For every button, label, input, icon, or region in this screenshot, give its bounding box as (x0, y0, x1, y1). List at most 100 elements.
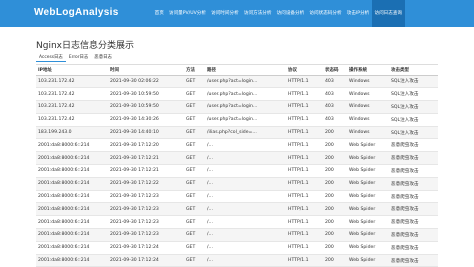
cell-time: 2021-09-30 17:12:22 (108, 177, 184, 191)
table-row[interactable]: 2001:da8:8000:6::214 2021-09-30 17:12:21 G… (36, 164, 438, 178)
column-header-path: 路径 (205, 65, 286, 76)
table-row[interactable]: 2001:da8:8000:6::214 2021-09-30 17:12:22 G… (36, 177, 438, 191)
cell-protocol: HTTP/1.1 (286, 87, 323, 102)
nav-item-0[interactable]: 首页 (152, 0, 166, 27)
cell-status: 200 (323, 215, 347, 230)
log-table: IP地址 时间 方法 路径 协议 状态码 操作系统 攻击类型 103.231.172.42 20… (36, 65, 438, 267)
cell-ip: 2001:da8:8000:6::214 (36, 190, 108, 204)
cell-attack-type: SQL注入攻击 (389, 126, 438, 140)
brand-logo[interactable]: WebLogAnalysis (34, 7, 119, 18)
nav-item-3[interactable]: 访问方法分析 (241, 0, 274, 27)
cell-ip: 2001:da8:8000:6::214 (36, 151, 108, 166)
cell-attack-type: 恶意爬虫攻击 (389, 241, 438, 255)
cell-method: GET (184, 138, 205, 153)
nav-item-4[interactable]: 访问设备分析 (274, 0, 307, 27)
nav-item-2[interactable]: 访问时间分析 (209, 0, 242, 27)
cell-path: /... (205, 254, 286, 267)
main-nav: 首页 访问量PV/UV分析 访问时间分析 访问方法分析 访问设备分析 访问状态码分析 攻击I… (152, 0, 405, 27)
cell-protocol: HTTP/1.1 (286, 126, 323, 140)
cell-method: GET (184, 254, 205, 267)
cell-protocol: HTTP/1.1 (286, 151, 323, 166)
cell-time: 2021-09-30 17:12:23 (108, 215, 184, 230)
table-row[interactable]: 2001:da8:8000:6::214 2021-09-30 17:12:23 G… (36, 190, 438, 204)
cell-status: 200 (323, 138, 347, 153)
cell-path: /ilias.php?col_side=... (205, 126, 286, 140)
tab-log-type-0[interactable]: Access日志 (36, 54, 66, 62)
table-row[interactable]: 2001:da8:8000:6::214 2021-09-30 17:12:20 G… (36, 138, 438, 153)
cell-path: /... (205, 151, 286, 166)
cell-status: 200 (323, 164, 347, 178)
table-row[interactable]: 103.231.172.42 2021-09-30 02:06:22 GET/use… (36, 75, 438, 89)
column-header-status: 状态码 (323, 65, 347, 76)
cell-method: GET (184, 87, 205, 102)
cell-path: /... (205, 164, 286, 178)
cell-path: /user.php?act=login... (205, 113, 286, 127)
top-navbar: WebLogAnalysis 首页 访问量PV/UV分析 访问时间分析 访问方法分析访… (0, 0, 474, 27)
table-header-row: IP地址 时间 方法 路径 协议 状态码 操作系统 攻击类型 (36, 65, 438, 76)
cell-method: GET (184, 215, 205, 230)
cell-os: Web Spider (347, 241, 389, 255)
cell-protocol: HTTP/1.1 (286, 228, 323, 242)
cell-attack-type: SQL注入攻击 (389, 100, 438, 114)
cell-os: Windows (347, 87, 389, 102)
nav-item-6[interactable]: 攻击IP分析 (344, 0, 372, 27)
tab-log-type-1[interactable]: Error日志 (66, 54, 91, 62)
cell-ip: 2001:da8:8000:6::214 (36, 138, 108, 153)
cell-method: GET (184, 228, 205, 242)
cell-os: Web Spider (347, 164, 389, 178)
cell-method: GET (184, 202, 205, 217)
cell-time: 2021-09-30 17:12:24 (108, 241, 184, 255)
cell-status: 200 (323, 241, 347, 255)
table-row[interactable]: 2001:da8:8000:6::214 2021-09-30 17:12:23 G… (36, 215, 438, 230)
table-row[interactable]: 2001:da8:8000:6::214 2021-09-30 17:12:23 G… (36, 228, 438, 242)
cell-path: /user.php?act=login... (205, 75, 286, 89)
cell-protocol: HTTP/1.1 (286, 177, 323, 191)
cell-status: 200 (323, 228, 347, 242)
cell-attack-type: SQL注入攻击 (389, 75, 438, 89)
cell-time: 2021-09-30 10:59:50 (108, 100, 184, 114)
cell-os: Windows (347, 113, 389, 127)
cell-ip: 2001:da8:8000:6::214 (36, 228, 108, 242)
cell-os: Windows (347, 100, 389, 114)
table-row[interactable]: 103.231.172.42 2021-09-30 10:59:50 GET/use… (36, 87, 438, 102)
cell-protocol: HTTP/1.1 (286, 113, 323, 127)
nav-item-1[interactable]: 访问量PV/UV分析 (166, 0, 208, 27)
cell-time: 2021-09-30 02:06:22 (108, 75, 184, 89)
nav-item-5[interactable]: 访问状态码分析 (307, 0, 344, 27)
cell-path: /... (205, 202, 286, 217)
cell-protocol: HTTP/1.1 (286, 202, 323, 217)
table-row[interactable]: 103.231.172.42 2021-09-30 10:59:50 GET/use… (36, 100, 438, 114)
cell-path: /... (205, 190, 286, 204)
table-row[interactable]: 183.199.243.0 2021-09-30 14:40:10 GET/ilia… (36, 126, 438, 140)
cell-time: 2021-09-30 17:12:23 (108, 202, 184, 217)
tab-log-type-2[interactable]: 恶意日志 (91, 54, 115, 62)
cell-method: GET (184, 100, 205, 114)
table-row[interactable]: 103.231.172.42 2021-09-30 14:30:26 GET/use… (36, 113, 438, 127)
cell-path: /... (205, 241, 286, 255)
cell-os: Web Spider (347, 177, 389, 191)
nav-item-7[interactable]: 访问日志查询 (371, 0, 405, 27)
cell-time: 2021-09-30 17:12:21 (108, 164, 184, 178)
cell-ip: 103.231.172.42 (36, 87, 108, 102)
cell-attack-type: 恶意爬虫攻击 (389, 202, 438, 217)
cell-attack-type: 恶意爬虫攻击 (389, 228, 438, 242)
cell-method: GET (184, 126, 205, 140)
cell-method: GET (184, 241, 205, 255)
cell-status: 403 (323, 87, 347, 102)
cell-path: /... (205, 215, 286, 230)
column-header-ip: IP地址 (36, 65, 108, 76)
cell-status: 403 (323, 100, 347, 114)
cell-os: Web Spider (347, 138, 389, 153)
cell-path: /... (205, 177, 286, 191)
page-title: Nginx日志信息分类展示 (36, 41, 134, 51)
table-row[interactable]: 2001:da8:8000:6::214 2021-09-30 17:12:23 G… (36, 202, 438, 217)
cell-attack-type: 恶意爬虫攻击 (389, 254, 438, 267)
cell-protocol: HTTP/1.1 (286, 254, 323, 267)
table-row[interactable]: 2001:da8:8000:6::214 2021-09-30 17:12:24 G… (36, 254, 438, 267)
cell-status: 200 (323, 202, 347, 217)
cell-time: 2021-09-30 14:40:10 (108, 126, 184, 140)
cell-method: GET (184, 151, 205, 166)
table-row[interactable]: 2001:da8:8000:6::214 2021-09-30 17:12:24 G… (36, 241, 438, 255)
column-header-os: 操作系统 (347, 65, 389, 76)
table-row[interactable]: 2001:da8:8000:6::214 2021-09-30 17:12:21 G… (36, 151, 438, 166)
